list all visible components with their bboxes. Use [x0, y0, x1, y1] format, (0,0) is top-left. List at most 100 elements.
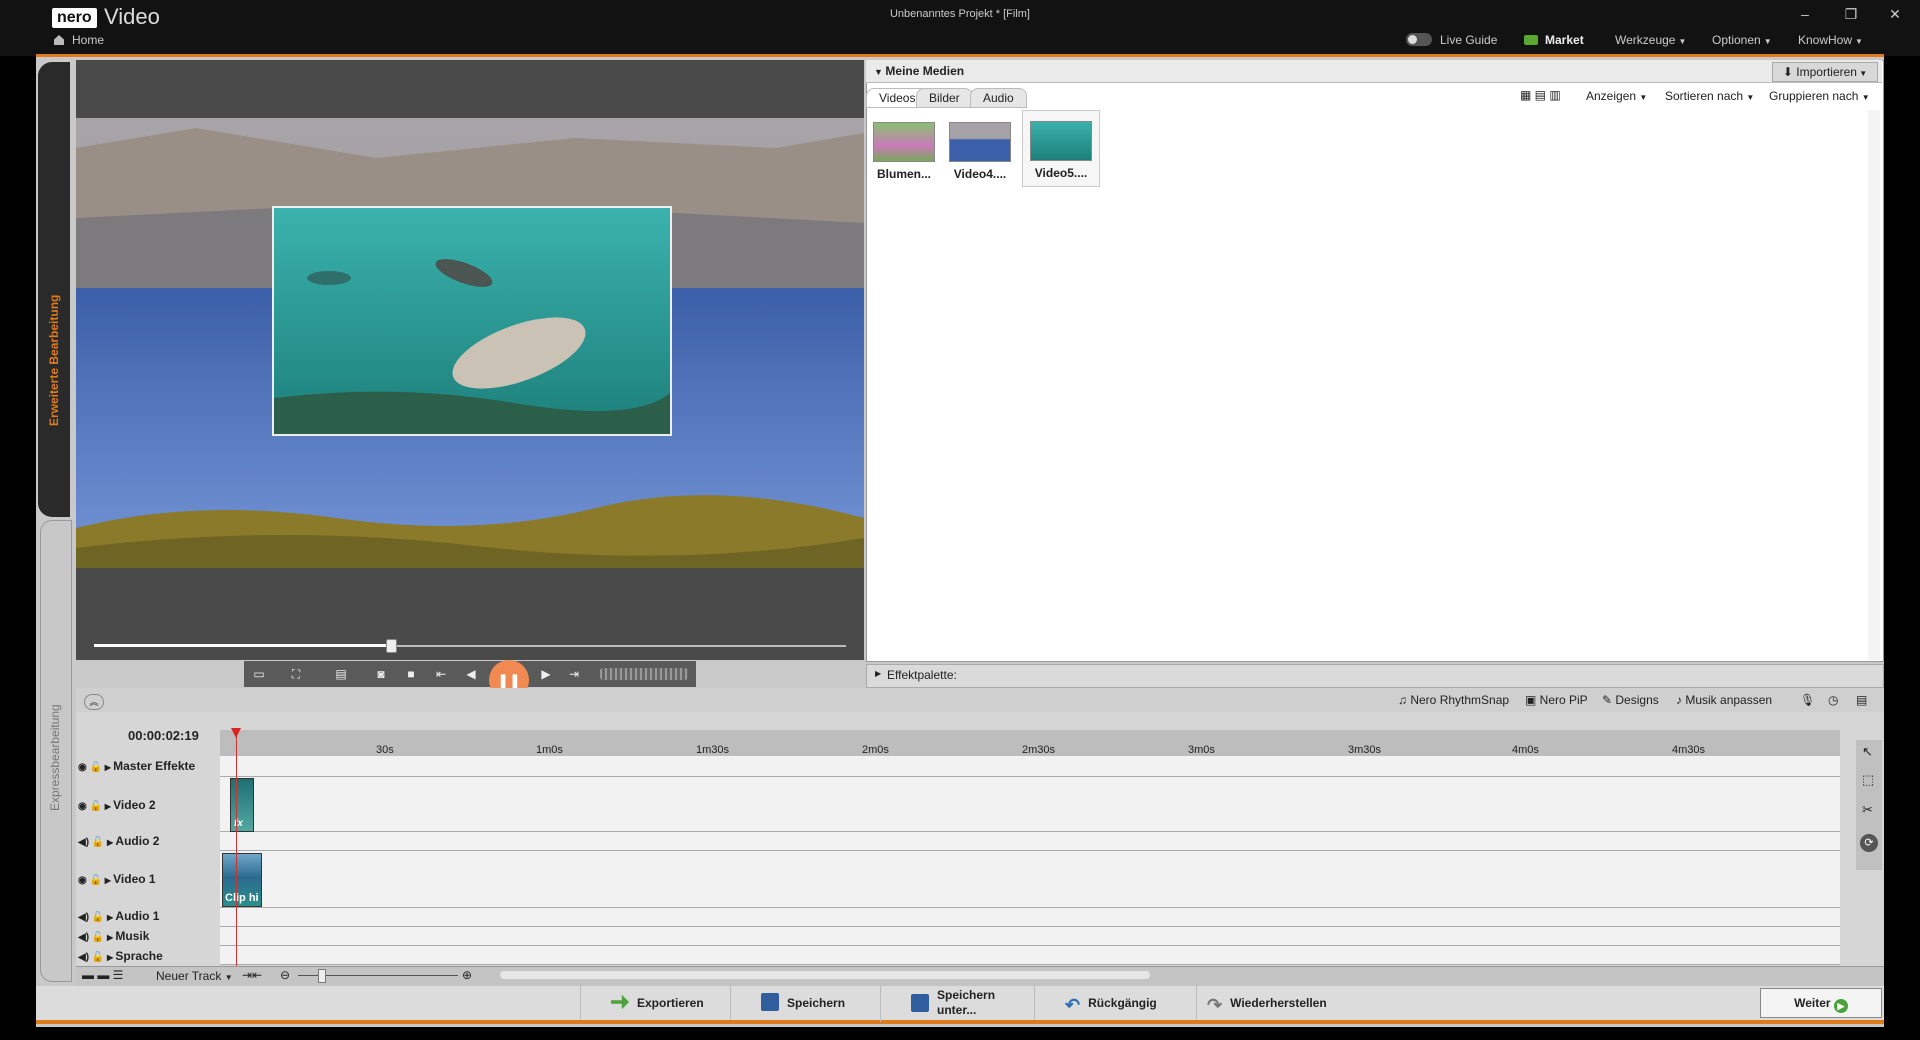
clock-icon[interactable]: ◷	[1828, 693, 1838, 707]
media-item[interactable]: Blumen...	[866, 112, 942, 181]
track-header-audio-2[interactable]: ◀) 🔓 ▶ Audio 2	[78, 834, 218, 848]
track-header-video-1[interactable]: ◉ 🔓 ▶ Video 1	[78, 872, 218, 886]
track-header-speech[interactable]: ◀) 🔓 ▶ Sprache	[78, 949, 218, 963]
track-row-audio-2[interactable]	[220, 832, 1840, 851]
close-button[interactable]: ✕	[1880, 6, 1910, 23]
display-mode-icon[interactable]: ▭	[248, 663, 270, 685]
market-link[interactable]: Market	[1545, 33, 1584, 47]
redo-button[interactable]: ↷ Wiederherstellen	[1196, 986, 1377, 1020]
microphone-icon[interactable]: 🎙	[1800, 693, 1815, 707]
track-row-video-2[interactable]	[220, 777, 1840, 832]
music-adjust-button[interactable]: ♪ Musik anpassen	[1676, 693, 1772, 707]
speaker-icon[interactable]: ◀)	[78, 837, 92, 848]
next-frame-icon[interactable]: ▶	[535, 663, 557, 685]
eye-icon[interactable]: ◉	[78, 762, 90, 773]
stop-icon[interactable]: ■	[400, 663, 422, 685]
track-size-icons[interactable]: ▬ ▬ ☰	[82, 968, 123, 982]
speaker-icon[interactable]: ◀)	[78, 912, 92, 923]
track-header-music[interactable]: ◀) 🔓 ▶ Musik	[78, 929, 218, 943]
speaker-icon[interactable]: ◀)	[78, 932, 92, 943]
media-item[interactable]: Video4....	[942, 112, 1018, 181]
media-title[interactable]: ▼ Meine Medien	[874, 64, 964, 78]
previous-frame-icon[interactable]: ◀	[460, 663, 482, 685]
expand-icon[interactable]: ▶	[105, 763, 113, 772]
rhythmsnap-button[interactable]: ♫ Nero RhythmSnap	[1398, 693, 1509, 707]
tab-images[interactable]: Bilder	[916, 88, 973, 108]
eye-icon[interactable]: ◉	[78, 801, 90, 812]
expand-icon: ▶	[875, 669, 882, 678]
preview-scrubber-handle[interactable]	[386, 639, 397, 653]
effects-palette-bar[interactable]: ▶ Effektpalette:	[866, 664, 1884, 688]
tab-audio[interactable]: Audio	[970, 88, 1027, 108]
live-guide-label[interactable]: Live Guide	[1440, 33, 1497, 47]
lock-icon[interactable]: 🔓	[90, 801, 105, 812]
track-row-video-1[interactable]	[220, 851, 1840, 908]
designs-button[interactable]: ✎ Designs	[1602, 693, 1659, 707]
timeline-clip-video-2[interactable]: fx	[230, 778, 254, 832]
live-guide-toggle[interactable]	[1406, 33, 1432, 46]
lock-icon[interactable]: 🔓	[92, 912, 107, 923]
snapshot-icon[interactable]: ◙	[370, 663, 392, 685]
select-tool-icon[interactable]: ⬚	[1862, 772, 1874, 788]
view-mode-icons[interactable]: ▦ ▤ ▥	[1520, 88, 1570, 104]
track-row-audio-1[interactable]	[220, 908, 1840, 927]
lock-icon[interactable]: 🔓	[92, 952, 107, 963]
download-icon: ⬇	[1782, 65, 1797, 79]
zoom-out-icon[interactable]: ⊖	[280, 968, 290, 982]
sort-dropdown[interactable]: Sortieren nach ▼	[1665, 89, 1754, 103]
lock-icon[interactable]: 🔓	[92, 932, 107, 943]
lock-icon[interactable]: 🔓	[90, 762, 105, 773]
track-header-video-2[interactable]: ◉ 🔓 ▶ Video 2	[78, 798, 218, 812]
view-dropdown[interactable]: Anzeigen ▼	[1586, 89, 1647, 103]
next-label: Weiter	[1794, 996, 1831, 1010]
undo-button[interactable]: ↶ Rückgängig	[1034, 986, 1215, 1020]
track-row-master-effects[interactable]	[220, 756, 1840, 777]
pointer-tool-icon[interactable]: ↖	[1862, 744, 1873, 760]
import-button[interactable]: ⬇ Importieren ▼	[1772, 62, 1878, 82]
go-to-end-icon[interactable]: ⇥	[563, 663, 585, 685]
menu-tools[interactable]: Werkzeuge ▼	[1615, 33, 1686, 47]
group-dropdown[interactable]: Gruppieren nach ▼	[1769, 89, 1870, 103]
new-track-dropdown[interactable]: Neuer Track ▼	[156, 969, 233, 983]
track-header-audio-1[interactable]: ◀) 🔓 ▶ Audio 1	[78, 909, 218, 923]
advanced-edit-tab[interactable]: Erweiterte Bearbeitung	[38, 62, 70, 517]
aspect-icon[interactable]: ▤	[330, 663, 352, 685]
track-row-speech[interactable]	[220, 946, 1840, 965]
minimize-button[interactable]: –	[1790, 6, 1820, 22]
cut-tool-icon[interactable]: ✂	[1862, 802, 1873, 818]
track-row-music[interactable]	[220, 927, 1840, 946]
menu-options[interactable]: Optionen ▼	[1712, 33, 1772, 47]
chevron-down-icon: ▼	[1678, 37, 1687, 46]
pip-overlay[interactable]	[272, 206, 672, 436]
collapse-up-icon[interactable]: ︽	[84, 694, 104, 710]
media-item-selected[interactable]: Video5....	[1022, 110, 1100, 187]
home-link[interactable]: Home	[54, 33, 104, 47]
expand-icon[interactable]: ▶	[105, 802, 113, 811]
fullscreen-icon[interactable]: ⛶	[285, 663, 307, 685]
save-as-button[interactable]: Speichern unter...	[880, 986, 1051, 1022]
lock-icon[interactable]: 🔓	[92, 837, 107, 848]
settings-icon[interactable]: ▤	[1856, 693, 1867, 707]
fit-icon[interactable]: ⇥⇤	[242, 968, 262, 982]
lock-icon[interactable]: 🔓	[90, 875, 105, 886]
expand-icon[interactable]: ▶	[105, 876, 113, 885]
jog-shuttle[interactable]	[600, 668, 688, 680]
track-header-master-effects[interactable]: ◉ 🔓 ▶ Master Effekte	[78, 759, 218, 773]
zoom-handle[interactable]	[318, 969, 326, 983]
menu-knowhow[interactable]: KnowHow ▼	[1798, 33, 1863, 47]
speaker-icon[interactable]: ◀)	[78, 952, 92, 963]
go-to-start-icon[interactable]: ⇤	[430, 663, 452, 685]
track-name: Audio 1	[115, 909, 160, 923]
media-item-label: Video5....	[1034, 166, 1088, 180]
media-scrollbar[interactable]	[1868, 110, 1880, 660]
timeline-h-scrollbar[interactable]	[500, 971, 1150, 979]
eye-icon[interactable]: ◉	[78, 875, 90, 886]
pip-button[interactable]: ▣ Nero PiP	[1525, 693, 1588, 707]
restore-button[interactable]: ❐	[1836, 6, 1866, 23]
track-name: Audio 2	[115, 834, 160, 848]
ripple-tool-icon[interactable]: ⟳	[1860, 834, 1878, 852]
next-button[interactable]: Weiter ▶	[1760, 988, 1882, 1018]
timeline-clip-video-1[interactable]: Clip hi	[222, 853, 262, 907]
zoom-in-icon[interactable]: ⊕	[462, 968, 472, 982]
express-edit-tab[interactable]: Expressbearbeitung	[40, 520, 72, 982]
